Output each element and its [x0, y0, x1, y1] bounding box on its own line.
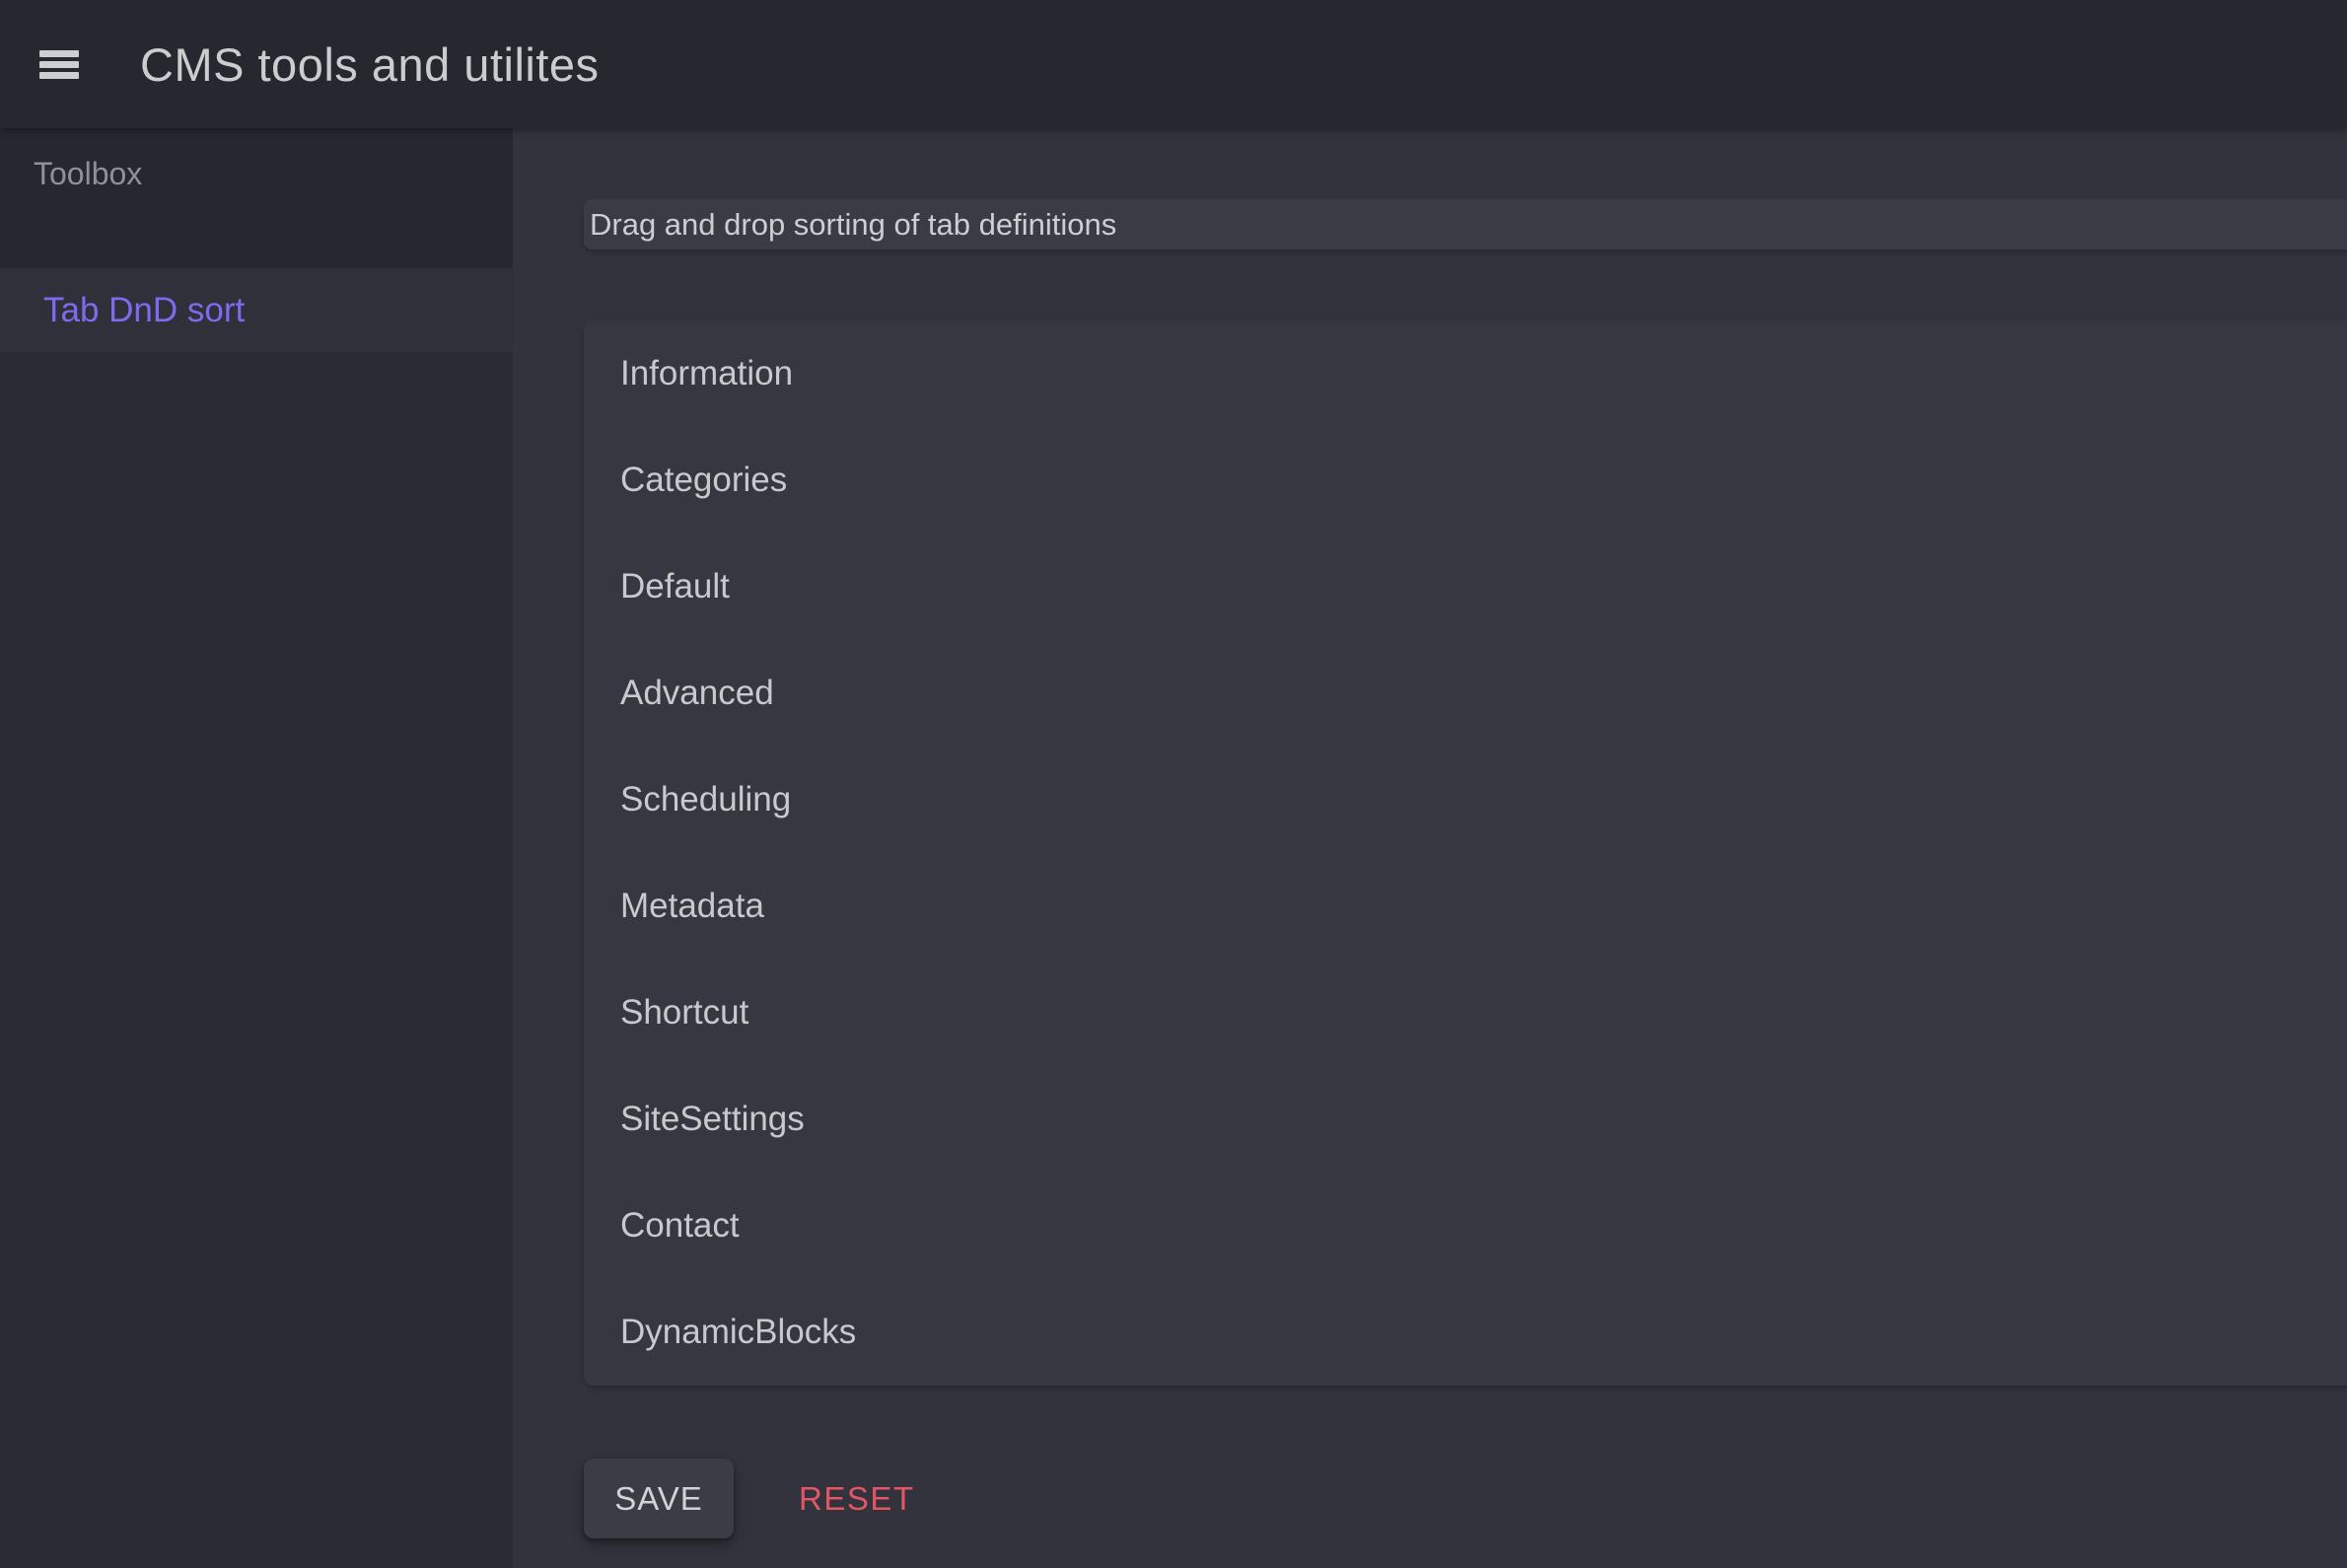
menu-button[interactable] [39, 49, 79, 79]
action-bar: SAVE RESET [584, 1459, 2347, 1538]
tab-item[interactable]: Metadata [584, 853, 2347, 960]
tab-item[interactable]: Categories [584, 427, 2347, 534]
tab-item[interactable]: Contact [584, 1173, 2347, 1279]
main-content: Drag and drop sorting of tab definitions… [513, 128, 2347, 1568]
tab-item[interactable]: Scheduling [584, 747, 2347, 853]
sidebar-item-tab-dnd-sort[interactable]: Tab DnD sort [0, 268, 513, 352]
tab-item[interactable]: Shortcut [584, 960, 2347, 1066]
panel-title: Drag and drop sorting of tab definitions [584, 199, 2347, 249]
top-app-bar: CMS tools and utilites [0, 0, 2347, 128]
sidebar-item-label: Tab DnD sort [43, 290, 246, 329]
tab-item[interactable]: DynamicBlocks [584, 1279, 2347, 1386]
sidebar-section-label: Toolbox [34, 156, 143, 191]
tab-item[interactable]: Default [584, 534, 2347, 640]
tab-item[interactable]: Advanced [584, 640, 2347, 747]
tab-item[interactable]: Information [584, 321, 2347, 427]
reset-button[interactable]: RESET [799, 1480, 915, 1518]
app-title: CMS tools and utilites [140, 37, 600, 91]
tab-sort-list: Information Categories Default Advanced … [584, 321, 2347, 1386]
save-button[interactable]: SAVE [584, 1459, 734, 1538]
tab-item[interactable]: SiteSettings [584, 1066, 2347, 1173]
sidebar: Toolbox Tab DnD sort [0, 128, 513, 1568]
sidebar-section-toolbox: Toolbox [0, 128, 513, 268]
